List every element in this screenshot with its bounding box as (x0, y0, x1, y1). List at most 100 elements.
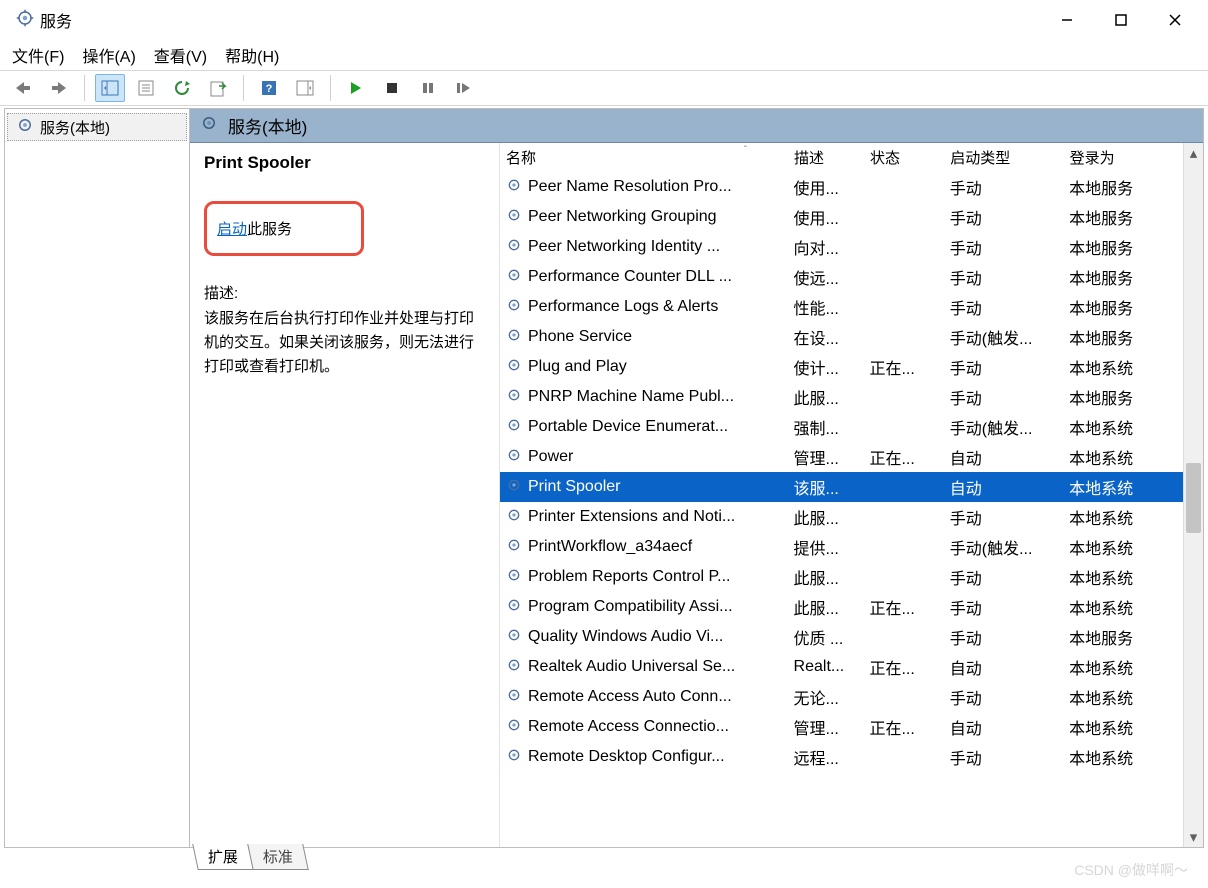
tab-standard[interactable]: 标准 (247, 844, 309, 870)
service-name: Quality Windows Audio Vi... (528, 628, 723, 646)
service-name: Remote Desktop Configur... (528, 748, 725, 766)
gear-icon (200, 114, 218, 137)
service-description: 使用... (788, 172, 864, 202)
service-logon: 本地服务 (1063, 292, 1182, 322)
gear-icon (16, 116, 34, 138)
service-logon: 本地服务 (1063, 622, 1182, 652)
tab-extended[interactable]: 扩展 (192, 844, 254, 870)
column-header-startup[interactable]: 启动类型 (944, 143, 1063, 172)
svg-text:?: ? (266, 83, 273, 95)
service-status: 正在... (863, 652, 943, 682)
service-row[interactable]: PrintWorkflow_a34aecf提供...手动(触发...本地系统 (500, 532, 1183, 562)
pause-service-button[interactable] (413, 74, 443, 102)
gear-icon (506, 477, 522, 498)
service-row[interactable]: Remote Access Connectio...管理...正在...自动本地… (500, 712, 1183, 742)
start-service-link[interactable]: 启动 (217, 221, 247, 238)
service-logon: 本地服务 (1063, 382, 1182, 412)
service-row[interactable]: Portable Device Enumerat...强制...手动(触发...… (500, 412, 1183, 442)
service-startup: 手动 (944, 502, 1063, 532)
refresh-button[interactable] (167, 74, 197, 102)
gear-icon (506, 417, 522, 438)
service-startup: 手动 (944, 562, 1063, 592)
scroll-down-icon[interactable]: ▾ (1184, 827, 1203, 847)
service-status: 正在... (863, 712, 943, 742)
service-description: 在设... (788, 322, 864, 352)
service-name: Plug and Play (528, 358, 627, 376)
gear-icon (506, 537, 522, 558)
main-body: 服务(本地) 服务(本地) Print Spooler 启动此服务 描述: (4, 108, 1204, 848)
service-row[interactable]: Plug and Play使计...正在...手动本地系统 (500, 352, 1183, 382)
service-description: 无论... (788, 682, 864, 712)
service-status (863, 262, 943, 292)
service-description: 性能... (788, 292, 864, 322)
gear-icon (506, 597, 522, 618)
start-suffix-text: 此服务 (247, 221, 292, 238)
service-row[interactable]: Performance Logs & Alerts性能...手动本地服务 (500, 292, 1183, 322)
close-button[interactable] (1148, 2, 1202, 38)
main-panel: 服务(本地) Print Spooler 启动此服务 描述: 该服务在后台执行打… (190, 109, 1203, 847)
gear-icon (506, 657, 522, 678)
service-row[interactable]: Quality Windows Audio Vi...优质 ...手动本地服务 (500, 622, 1183, 652)
service-row[interactable]: Peer Name Resolution Pro...使用...手动本地服务 (500, 172, 1183, 202)
service-row[interactable]: Print Spooler该服...自动本地系统 (500, 472, 1183, 502)
service-name: Print Spooler (528, 478, 621, 496)
service-row[interactable]: Peer Networking Grouping使用...手动本地服务 (500, 202, 1183, 232)
scroll-up-icon[interactable]: ▴ (1184, 143, 1203, 163)
show-hide-tree-button[interactable] (95, 74, 125, 102)
minimize-button[interactable] (1040, 2, 1094, 38)
tree-item-services-local[interactable]: 服务(本地) (7, 113, 187, 141)
restart-service-button[interactable] (449, 74, 479, 102)
service-row[interactable]: Phone Service在设...手动(触发...本地服务 (500, 322, 1183, 352)
scroll-thumb[interactable] (1186, 463, 1201, 533)
service-row[interactable]: Peer Networking Identity ...向对...手动本地服务 (500, 232, 1183, 262)
service-startup: 手动(触发... (944, 412, 1063, 442)
service-row[interactable]: Printer Extensions and Noti...此服...手动本地系… (500, 502, 1183, 532)
column-header-description[interactable]: 描述 (788, 143, 864, 172)
help-button[interactable]: ? (254, 74, 284, 102)
service-row[interactable]: Problem Reports Control P...此服...手动本地系统 (500, 562, 1183, 592)
service-row[interactable]: Program Compatibility Assi...此服...正在...手… (500, 592, 1183, 622)
service-row[interactable]: Performance Counter DLL ...使远...手动本地服务 (500, 262, 1183, 292)
service-name: Peer Networking Grouping (528, 208, 717, 226)
service-description: 使用... (788, 202, 864, 232)
export-button[interactable] (203, 74, 233, 102)
service-row[interactable]: Remote Access Auto Conn...无论...手动本地系统 (500, 682, 1183, 712)
title-bar: 服务 (0, 0, 1208, 40)
back-button[interactable] (8, 74, 38, 102)
column-header-name[interactable]: 名称ˆ (500, 143, 788, 172)
menu-file[interactable]: 文件(F) (12, 43, 64, 67)
menu-view[interactable]: 查看(V) (154, 43, 207, 67)
service-description: 向对... (788, 232, 864, 262)
properties-button[interactable] (131, 74, 161, 102)
service-startup: 自动 (944, 472, 1063, 502)
start-service-button[interactable] (341, 74, 371, 102)
service-status (863, 202, 943, 232)
toolbar: ? (0, 70, 1208, 106)
service-row[interactable]: Realtek Audio Universal Se...Realt...正在.… (500, 652, 1183, 682)
gear-icon (506, 687, 522, 708)
gear-icon (506, 627, 522, 648)
column-header-logon[interactable]: 登录为 (1063, 143, 1182, 172)
service-name: Remote Access Connectio... (528, 718, 729, 736)
service-description: 此服... (788, 592, 864, 622)
vertical-scrollbar[interactable]: ▴ ▾ (1183, 143, 1203, 847)
stop-service-button[interactable] (377, 74, 407, 102)
menu-action[interactable]: 操作(A) (82, 43, 135, 67)
action-pane-button[interactable] (290, 74, 320, 102)
column-header-status[interactable]: 状态 (863, 143, 943, 172)
service-status (863, 292, 943, 322)
menu-help[interactable]: 帮助(H) (225, 43, 279, 67)
gear-icon (506, 717, 522, 738)
service-name: PNRP Machine Name Publ... (528, 388, 734, 406)
maximize-button[interactable] (1094, 2, 1148, 38)
service-description: 远程... (788, 742, 864, 772)
panel-header: 服务(本地) (190, 109, 1203, 143)
sort-indicator-icon: ˆ (744, 145, 747, 156)
service-row[interactable]: Power管理...正在...自动本地系统 (500, 442, 1183, 472)
service-startup: 手动 (944, 232, 1063, 262)
service-description: 使计... (788, 352, 864, 382)
service-row[interactable]: PNRP Machine Name Publ...此服...手动本地服务 (500, 382, 1183, 412)
service-row[interactable]: Remote Desktop Configur...远程...手动本地系统 (500, 742, 1183, 772)
service-name: Portable Device Enumerat... (528, 418, 728, 436)
forward-button[interactable] (44, 74, 74, 102)
